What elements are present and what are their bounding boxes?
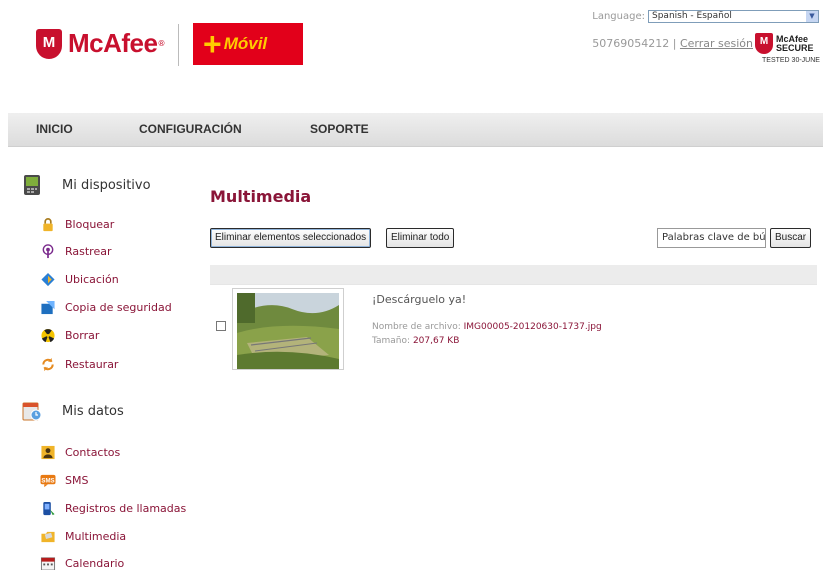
row-divider xyxy=(210,284,817,285)
sidebar-item-calendario[interactable]: Calendario xyxy=(40,556,124,570)
search-input[interactable]: Palabras clave de bú xyxy=(657,228,766,248)
device-section-title: Mi dispositivo xyxy=(62,177,151,193)
search-button[interactable]: Buscar xyxy=(770,228,812,248)
data-section-title: Mis datos xyxy=(62,403,124,419)
lock-icon xyxy=(43,218,53,232)
sidebar-item-restaurar[interactable]: Restaurar xyxy=(40,357,118,372)
contacts-icon xyxy=(41,445,55,460)
mcafee-shield-icon xyxy=(36,28,62,59)
mcafee-brand-text: McAfee xyxy=(68,28,158,58)
device-phone-icon xyxy=(24,175,40,195)
sidebar-item-registros-llamadas[interactable]: Registros de llamadas xyxy=(40,501,186,516)
page-title: Multimedia xyxy=(210,187,312,206)
size-value: 207,67 KB xyxy=(412,336,460,346)
nav-item-soporte[interactable]: SOPORTE xyxy=(310,122,369,136)
sms-badge-text: SMS xyxy=(41,477,54,484)
media-size-line: Tamaño: 207,67 KB xyxy=(372,336,459,346)
movil-logo: + Móvil xyxy=(193,23,303,65)
row-checkbox[interactable] xyxy=(216,321,226,331)
radiation-wipe-icon xyxy=(41,328,55,343)
media-filename-line: Nombre de archivo: IMG00005-20120630-173… xyxy=(372,322,602,332)
data-section-header: Mis datos xyxy=(22,400,124,422)
filename-value: IMG00005-20120630-1737.jpg xyxy=(463,322,602,332)
language-select-value: Spanish - Español xyxy=(652,11,732,21)
sidebar-item-bloquear[interactable]: Bloquear xyxy=(40,217,114,232)
delete-all-button[interactable]: Eliminar todo xyxy=(386,228,455,248)
nav-item-configuracion[interactable]: CONFIGURACIÓN xyxy=(139,122,242,136)
call-log-icon xyxy=(43,501,55,516)
plus-icon: + xyxy=(203,26,222,62)
backup-icon xyxy=(41,300,55,315)
tracking-signal-icon xyxy=(42,244,54,259)
account-row: 50769054212 | Cerrar sesión xyxy=(592,37,753,50)
calendar-icon xyxy=(40,557,56,570)
sidebar-item-ubicacion[interactable]: Ubicación xyxy=(40,272,119,287)
logo-divider xyxy=(178,24,179,66)
media-table-header xyxy=(210,265,817,284)
main-nav: INICIO CONFIGURACIÓN SOPORTE xyxy=(8,113,823,147)
sidebar-item-multimedia[interactable]: Multimedia xyxy=(40,529,126,544)
phone-number: 50769054212 xyxy=(592,37,670,50)
restore-arrows-icon xyxy=(42,357,54,372)
secure-badge-line3: TESTED 30-JUNE xyxy=(762,57,820,64)
mcafee-secure-badge[interactable]: McAfee SECURE TESTED 30-JUNE xyxy=(755,33,821,66)
sms-icon: SMS xyxy=(40,474,56,488)
nav-item-inicio[interactable]: INICIO xyxy=(36,122,73,136)
media-folder-icon xyxy=(41,531,55,543)
sidebar-item-borrar[interactable]: Borrar xyxy=(40,328,99,343)
filename-label: Nombre de archivo: xyxy=(372,322,461,332)
sidebar-item-sms[interactable]: SMS SMS xyxy=(40,473,88,488)
account-separator: | xyxy=(672,37,677,50)
language-label: Language: xyxy=(592,11,645,22)
media-thumbnail[interactable] xyxy=(232,288,344,370)
logout-link[interactable]: Cerrar sesión xyxy=(680,37,753,50)
device-section-header: Mi dispositivo xyxy=(22,174,151,196)
sidebar-item-rastrear[interactable]: Rastrear xyxy=(40,244,112,259)
media-row-title: ¡Descárguelo ya! xyxy=(372,293,467,306)
media-thumbnail-image xyxy=(237,293,339,369)
language-selector-row: Language: Spanish - Español ▼ xyxy=(592,10,819,23)
location-compass-icon xyxy=(41,272,55,287)
chevron-down-icon[interactable]: ▼ xyxy=(806,11,818,22)
secure-badge-line2: SECURE xyxy=(776,43,814,53)
movil-brand-text: Móvil xyxy=(223,34,268,53)
size-label: Tamaño: xyxy=(372,336,411,346)
sidebar-item-contactos[interactable]: Contactos xyxy=(40,445,120,460)
my-data-icon xyxy=(22,402,42,421)
sidebar-item-copia-seguridad[interactable]: Copia de seguridad xyxy=(40,300,172,315)
language-select[interactable]: Spanish - Español ▼ xyxy=(648,10,819,23)
delete-selected-button[interactable]: Eliminar elementos seleccionados xyxy=(210,228,372,248)
mcafee-secure-shield-icon xyxy=(755,33,773,54)
mcafee-logo: McAfee® xyxy=(36,28,165,59)
